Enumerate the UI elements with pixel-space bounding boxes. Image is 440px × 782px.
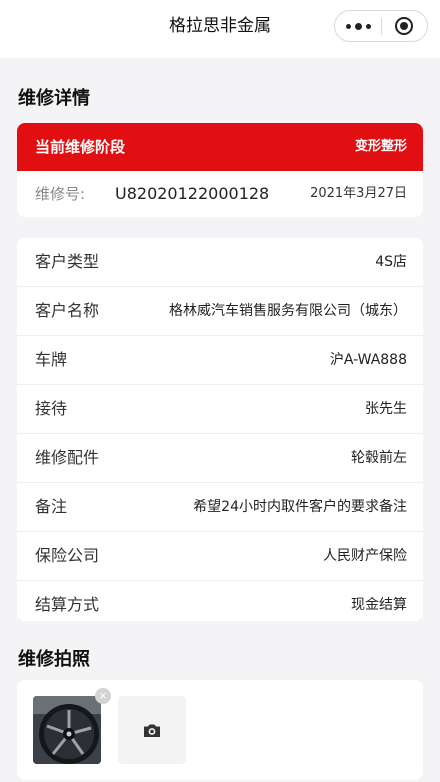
info-value: 希望24小时内取件客户的要求备注 <box>193 499 407 515</box>
more-button[interactable] <box>335 11 381 41</box>
info-value: 轮毂前左 <box>351 450 407 466</box>
camera-icon <box>144 724 160 737</box>
close-miniprogram-button[interactable] <box>395 17 413 35</box>
info-key: 接待 <box>35 399 68 418</box>
order-number-label: 维修号: <box>35 185 86 203</box>
info-key: 备注 <box>35 497 68 516</box>
info-value: 沪A-WA888 <box>329 352 407 368</box>
info-value: 张先生 <box>365 401 407 417</box>
order-row: 维修号: U82020122000128 2021年3月27日 <box>17 171 423 217</box>
info-row-reception: 接待 张先生 <box>17 385 423 434</box>
info-row-parts: 维修配件 轮毂前左 <box>17 434 423 483</box>
info-card: 客户类型 4S店 客户名称 格林威汽车销售服务有限公司（城东） 车牌 沪A-WA… <box>17 238 423 621</box>
info-key: 维修配件 <box>35 448 100 467</box>
more-dot-icon <box>345 23 351 29</box>
repair-details-title: 维修详情 <box>18 88 90 109</box>
info-value: 格林威汽车销售服务有限公司（城东） <box>169 303 407 319</box>
info-key: 车牌 <box>35 350 68 369</box>
info-value: 人民财产保险 <box>323 548 407 564</box>
info-row-remark: 备注 希望24小时内取件客户的要求备注 <box>17 483 423 532</box>
photo-thumbnail[interactable] <box>33 696 101 764</box>
info-row-customer-name: 客户名称 格林威汽车销售服务有限公司（城东） <box>17 287 423 336</box>
stage-value: 变形整形 <box>354 139 407 154</box>
info-row-plate: 车牌 沪A-WA888 <box>17 336 423 385</box>
more-dot-icon <box>365 23 371 29</box>
info-row-settlement: 结算方式 现金结算 <box>17 581 423 621</box>
more-dot-icon <box>354 22 362 30</box>
info-key: 保险公司 <box>35 546 100 565</box>
stage-header: 当前维修阶段 变形整形 <box>17 123 423 171</box>
mini-program-capsule <box>334 10 428 42</box>
info-key: 结算方式 <box>35 595 100 614</box>
info-key: 客户类型 <box>35 252 100 271</box>
order-number: U82020122000128 <box>115 184 270 203</box>
stage-label: 当前维修阶段 <box>35 138 126 156</box>
info-row-insurer: 保险公司 人民财产保险 <box>17 532 423 581</box>
repair-stage-card: 当前维修阶段 变形整形 维修号: U82020122000128 2021年3月… <box>17 123 423 217</box>
info-value: 现金结算 <box>351 597 407 613</box>
add-photo-button[interactable] <box>118 696 186 764</box>
order-date: 2021年3月27日 <box>310 186 407 201</box>
repair-photos-title: 维修拍照 <box>18 649 90 670</box>
info-key: 客户名称 <box>35 301 100 320</box>
wheel-photo-image <box>33 696 101 764</box>
nav-bar: 格拉思非金属 <box>0 0 440 58</box>
capsule-divider <box>381 18 382 35</box>
close-icon[interactable]: × <box>95 688 111 704</box>
info-value: 4S店 <box>375 254 407 270</box>
photo-card: × <box>17 680 423 780</box>
info-row-customer-type: 客户类型 4S店 <box>17 238 423 287</box>
